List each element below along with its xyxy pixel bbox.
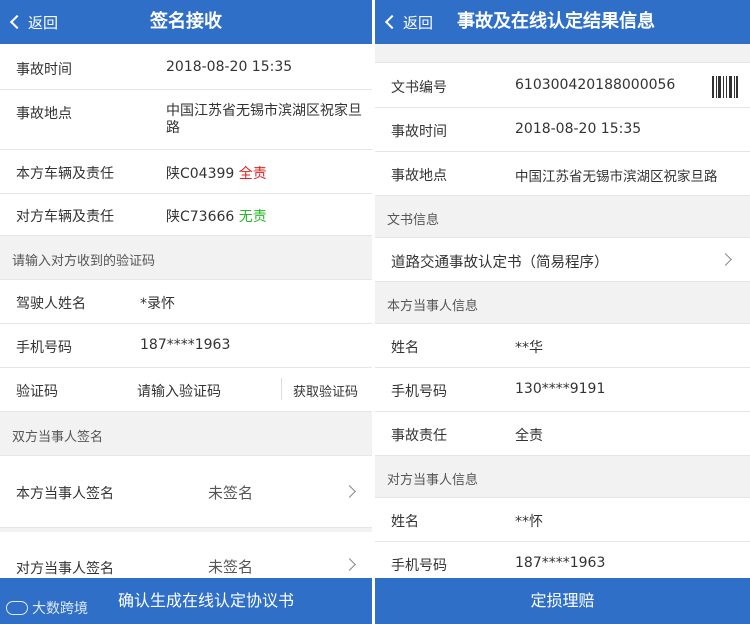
responsibility-badge: 全责 — [515, 428, 543, 444]
row-value: 中国江苏省无锡市滨湖区祝家旦路 — [515, 169, 718, 185]
row-label: 验证码 — [16, 384, 58, 400]
row-label: 驾驶人姓名 — [16, 296, 86, 312]
row-label: 文书编号 — [391, 80, 447, 96]
doc-number-row: 文书编号 610300420188000056 — [375, 62, 750, 108]
row-label: 手机号码 — [391, 384, 447, 400]
row-label: 事故时间 — [16, 62, 72, 78]
watermark-text: 大数跨境 — [32, 601, 88, 617]
row-value: 中国江苏省无锡市滨湖区祝家旦路 — [166, 103, 362, 136]
sign-status: 未签名 — [208, 484, 254, 502]
info-row-time: 事故时间 2018-08-20 15:35 — [375, 108, 750, 152]
row-label: 对方当事人签名 — [16, 561, 114, 577]
self-phone-row: 手机号码 130****9191 — [375, 368, 750, 412]
row-value: 2018-08-20 15:35 — [166, 59, 293, 75]
driver-name-row: 驾驶人姓名 *录怀 — [0, 280, 372, 324]
verify-code-input[interactable]: 请输入验证码 — [137, 381, 221, 401]
sign-status: 未签名 — [208, 558, 254, 576]
row-value: 2018-08-20 15:35 — [515, 121, 642, 137]
info-row-place: 事故地点 中国江苏省无锡市滨湖区祝家旦路 — [0, 90, 372, 150]
plate-number: 陕C73666 — [166, 209, 235, 225]
plate-number: 陕C04399 — [166, 166, 235, 182]
row-label: 本方车辆及责任 — [16, 166, 114, 182]
row-label: 事故责任 — [391, 428, 447, 444]
self-responsibility-row: 事故责任 全责 — [375, 412, 750, 456]
phone-row: 手机号码 187****1963 — [0, 324, 372, 368]
watermark-logo: 大数跨境 — [6, 598, 88, 618]
row-value: 187****1963 — [140, 337, 231, 353]
footer-label: 定损理赔 — [530, 591, 595, 610]
row-label: 事故地点 — [16, 106, 72, 122]
doc-item-row[interactable]: 道路交通事故认定书（简易程序） — [375, 238, 750, 282]
row-label: 本方当事人签名 — [16, 486, 114, 502]
row-label: 对方车辆及责任 — [16, 209, 114, 225]
verify-code-row: 验证码 请输入验证码 获取验证码 — [0, 368, 372, 412]
sign-section-header: 双方当事人签名 — [0, 412, 372, 456]
self-party-section-header: 本方当事人信息 — [375, 282, 750, 324]
chevron-right-icon — [719, 253, 732, 266]
row-label: 姓名 — [391, 514, 419, 530]
row-value: 130****9191 — [515, 381, 606, 397]
page-title: 事故及在线认定结果信息 — [457, 11, 655, 32]
accident-result-screen: 返回 事故及在线认定结果信息 文书编号 610300420188000056 事… — [375, 0, 750, 624]
info-row-other-vehicle: 对方车辆及责任 陕C73666 无责 — [0, 194, 372, 236]
row-value: 187****1963 — [515, 555, 606, 571]
damage-claim-button[interactable]: 定损理赔 — [375, 578, 750, 624]
row-value: 610300420188000056 — [515, 77, 676, 93]
verify-section-header: 请输入对方收到的验证码 — [0, 236, 372, 280]
row-label: 手机号码 — [16, 340, 72, 356]
section-title: 请输入对方收到的验证码 — [12, 254, 156, 269]
doc-item-label: 道路交通事故认定书（简易程序） — [391, 255, 609, 271]
get-code-button[interactable]: 获取验证码 — [293, 381, 358, 400]
self-name-row: 姓名 **华 — [375, 324, 750, 368]
info-row-time: 事故时间 2018-08-20 15:35 — [0, 44, 372, 90]
logo-icon — [6, 601, 28, 615]
section-title: 文书信息 — [387, 213, 440, 228]
barcode-icon[interactable] — [712, 76, 738, 98]
info-row-own-vehicle: 本方车辆及责任 陕C04399 全责 — [0, 150, 372, 194]
back-label: 返回 — [403, 13, 434, 32]
row-label: 手机号码 — [391, 558, 447, 574]
info-row-place: 事故地点 中国江苏省无锡市滨湖区祝家旦路 — [375, 152, 750, 196]
section-title: 对方当事人信息 — [387, 473, 479, 488]
responsibility-badge: 全责 — [238, 166, 267, 182]
sign-self-row[interactable]: 本方当事人签名 未签名 — [0, 456, 372, 528]
header-bar: 返回 签名接收 — [0, 0, 372, 44]
header-bar: 返回 事故及在线认定结果信息 — [375, 0, 750, 44]
chevron-left-icon — [384, 14, 400, 30]
row-label: 姓名 — [391, 340, 419, 356]
row-label: 事故地点 — [391, 168, 447, 184]
responsibility-badge: 无责 — [238, 209, 267, 225]
other-name-row: 姓名 **怀 — [375, 498, 750, 542]
sign-receive-screen: 返回 签名接收 事故时间 2018-08-20 15:35 事故地点 中国江苏省… — [0, 0, 372, 624]
row-value: **怀 — [515, 514, 543, 530]
chevron-right-icon — [343, 485, 356, 498]
divider — [281, 378, 282, 400]
footer-label: 确认生成在线认定协议书 — [117, 591, 294, 610]
section-title: 本方当事人信息 — [387, 299, 479, 314]
row-value: **华 — [515, 340, 543, 356]
other-party-section-header: 对方当事人信息 — [375, 456, 750, 498]
row-value: *录怀 — [140, 296, 175, 312]
doc-section-header: 文书信息 — [375, 196, 750, 238]
row-label: 事故时间 — [391, 124, 447, 140]
back-button[interactable]: 返回 — [383, 0, 433, 44]
section-title: 双方当事人签名 — [12, 430, 104, 445]
page-title: 签名接收 — [150, 11, 222, 32]
chevron-right-icon — [343, 558, 356, 571]
